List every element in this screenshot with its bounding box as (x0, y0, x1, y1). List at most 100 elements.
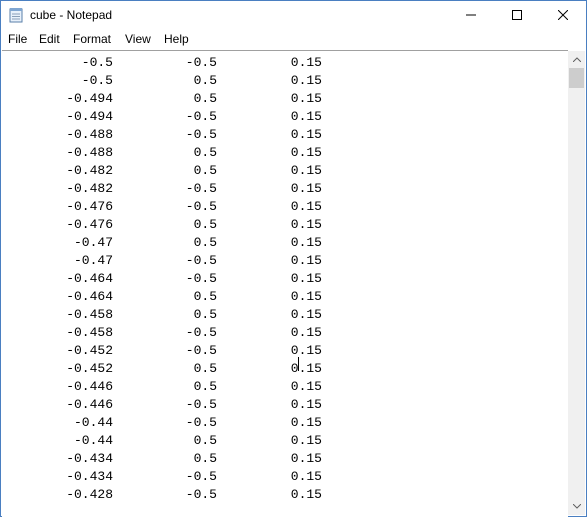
y-value: 0.5 (193, 217, 217, 232)
menu-edit[interactable]: Edit (39, 32, 60, 47)
x-value: -0.428 (66, 487, 113, 502)
y-value: 0.5 (193, 307, 217, 322)
z-value: 0.15 (290, 109, 322, 124)
text-line: -0.458 0.5 0.15 (2, 306, 562, 324)
x-value: -0.458 (66, 325, 113, 340)
y-value: -0.5 (185, 325, 217, 340)
z-value: 0.15 (290, 487, 322, 502)
z-value: 0.15 (290, 307, 322, 322)
z-value: 0.15 (290, 271, 322, 286)
y-value: -0.5 (185, 109, 217, 124)
text-line: -0.464 0.5 0.15 (2, 288, 562, 306)
y-value: -0.5 (185, 127, 217, 142)
text-line: -0.47 0.5 0.15 (2, 234, 562, 252)
x-value: -0.494 (66, 91, 113, 106)
x-value: -0.476 (66, 217, 113, 232)
text-line: -0.494 0.5 0.15 (2, 90, 562, 108)
scroll-up-button[interactable] (568, 51, 585, 68)
close-button[interactable] (540, 1, 586, 29)
close-icon (558, 10, 568, 20)
menu-help[interactable]: Help (164, 32, 189, 47)
z-value: 0.15 (290, 379, 322, 394)
x-value: -0.44 (73, 433, 113, 448)
x-value: -0.5 (81, 73, 113, 88)
x-value: -0.464 (66, 289, 113, 304)
text-line: -0.5 0.5 0.15 (2, 72, 562, 90)
z-value: 0.15 (290, 163, 322, 178)
y-value: 0.5 (193, 91, 217, 106)
menu-file[interactable]: File (8, 32, 27, 47)
x-value: -0.446 (66, 379, 113, 394)
x-value: -0.5 (81, 55, 113, 70)
text-editor[interactable]: -0.5 -0.5 0.15 -0.5 0.5 0.15 -0.494 0.5 … (2, 50, 568, 517)
z-value: 0.15 (290, 289, 322, 304)
y-value: 0.5 (193, 379, 217, 394)
x-value: -0.434 (66, 451, 113, 466)
vertical-scrollbar[interactable] (568, 51, 585, 515)
z-value: 0.15 (290, 91, 322, 106)
minimize-icon (466, 14, 476, 16)
z-value: 0.15 (290, 55, 322, 70)
text-line: -0.494 -0.5 0.15 (2, 108, 562, 126)
text-line: -0.488 -0.5 0.15 (2, 126, 562, 144)
z-value: 0.15 (290, 253, 322, 268)
text-line: -0.446 -0.5 0.15 (2, 396, 562, 414)
x-value: -0.44 (73, 415, 113, 430)
z-value: 0.15 (290, 433, 322, 448)
x-value: -0.446 (66, 397, 113, 412)
text-line: -0.428 -0.5 0.15 (2, 486, 562, 504)
z-value: 0.15 (290, 73, 322, 88)
text-line: -0.476 0.5 0.15 (2, 216, 562, 234)
text-line: -0.446 0.5 0.15 (2, 378, 562, 396)
z-value: 0.15 (290, 325, 322, 340)
text-line: -0.482 -0.5 0.15 (2, 180, 562, 198)
z-value: 0.15 (290, 127, 322, 142)
text-line: -0.476 -0.5 0.15 (2, 198, 562, 216)
y-value: 0.5 (193, 433, 217, 448)
text-line: -0.464 -0.5 0.15 (2, 270, 562, 288)
z-value: 0.15 (290, 145, 322, 160)
scroll-thumb[interactable] (569, 68, 584, 88)
minimize-button[interactable] (448, 1, 494, 29)
text-line: -0.458 -0.5 0.15 (2, 324, 562, 342)
scroll-up-icon (572, 57, 581, 62)
z-value: 0.15 (290, 397, 322, 412)
y-value: -0.5 (185, 199, 217, 214)
y-value: -0.5 (185, 343, 217, 358)
scroll-down-icon (572, 504, 581, 509)
z-value: 0.15 (290, 361, 322, 376)
x-value: -0.47 (73, 235, 113, 250)
menu-view[interactable]: View (125, 32, 151, 47)
text-caret (298, 357, 299, 371)
z-value: 0.15 (290, 235, 322, 250)
y-value: 0.5 (193, 235, 217, 250)
text-line: -0.44 0.5 0.15 (2, 432, 562, 450)
y-value: -0.5 (185, 415, 217, 430)
text-line: -0.47 -0.5 0.15 (2, 252, 562, 270)
y-value: 0.5 (193, 289, 217, 304)
text-line: -0.482 0.5 0.15 (2, 162, 562, 180)
x-value: -0.458 (66, 307, 113, 322)
y-value: 0.5 (193, 361, 217, 376)
maximize-button[interactable] (494, 1, 540, 29)
title-bar[interactable]: cube - Notepad (1, 1, 586, 29)
y-value: -0.5 (185, 181, 217, 196)
y-value: -0.5 (185, 487, 217, 502)
x-value: -0.488 (66, 127, 113, 142)
z-value: 0.15 (290, 199, 322, 214)
menu-format[interactable]: Format (73, 32, 111, 47)
x-value: -0.452 (66, 343, 113, 358)
x-value: -0.434 (66, 469, 113, 484)
scroll-down-button[interactable] (568, 498, 585, 515)
z-value: 0.15 (290, 469, 322, 484)
notepad-icon[interactable] (9, 7, 23, 23)
text-line: -0.44 -0.5 0.15 (2, 414, 562, 432)
y-value: -0.5 (185, 397, 217, 412)
menu-bar: File Edit Format View Help (1, 30, 586, 49)
z-value: 0.15 (290, 343, 322, 358)
window-title: cube - Notepad (30, 8, 113, 22)
y-value: -0.5 (185, 55, 217, 70)
y-value: 0.5 (193, 451, 217, 466)
y-value: 0.5 (193, 163, 217, 178)
y-value: -0.5 (185, 469, 217, 484)
